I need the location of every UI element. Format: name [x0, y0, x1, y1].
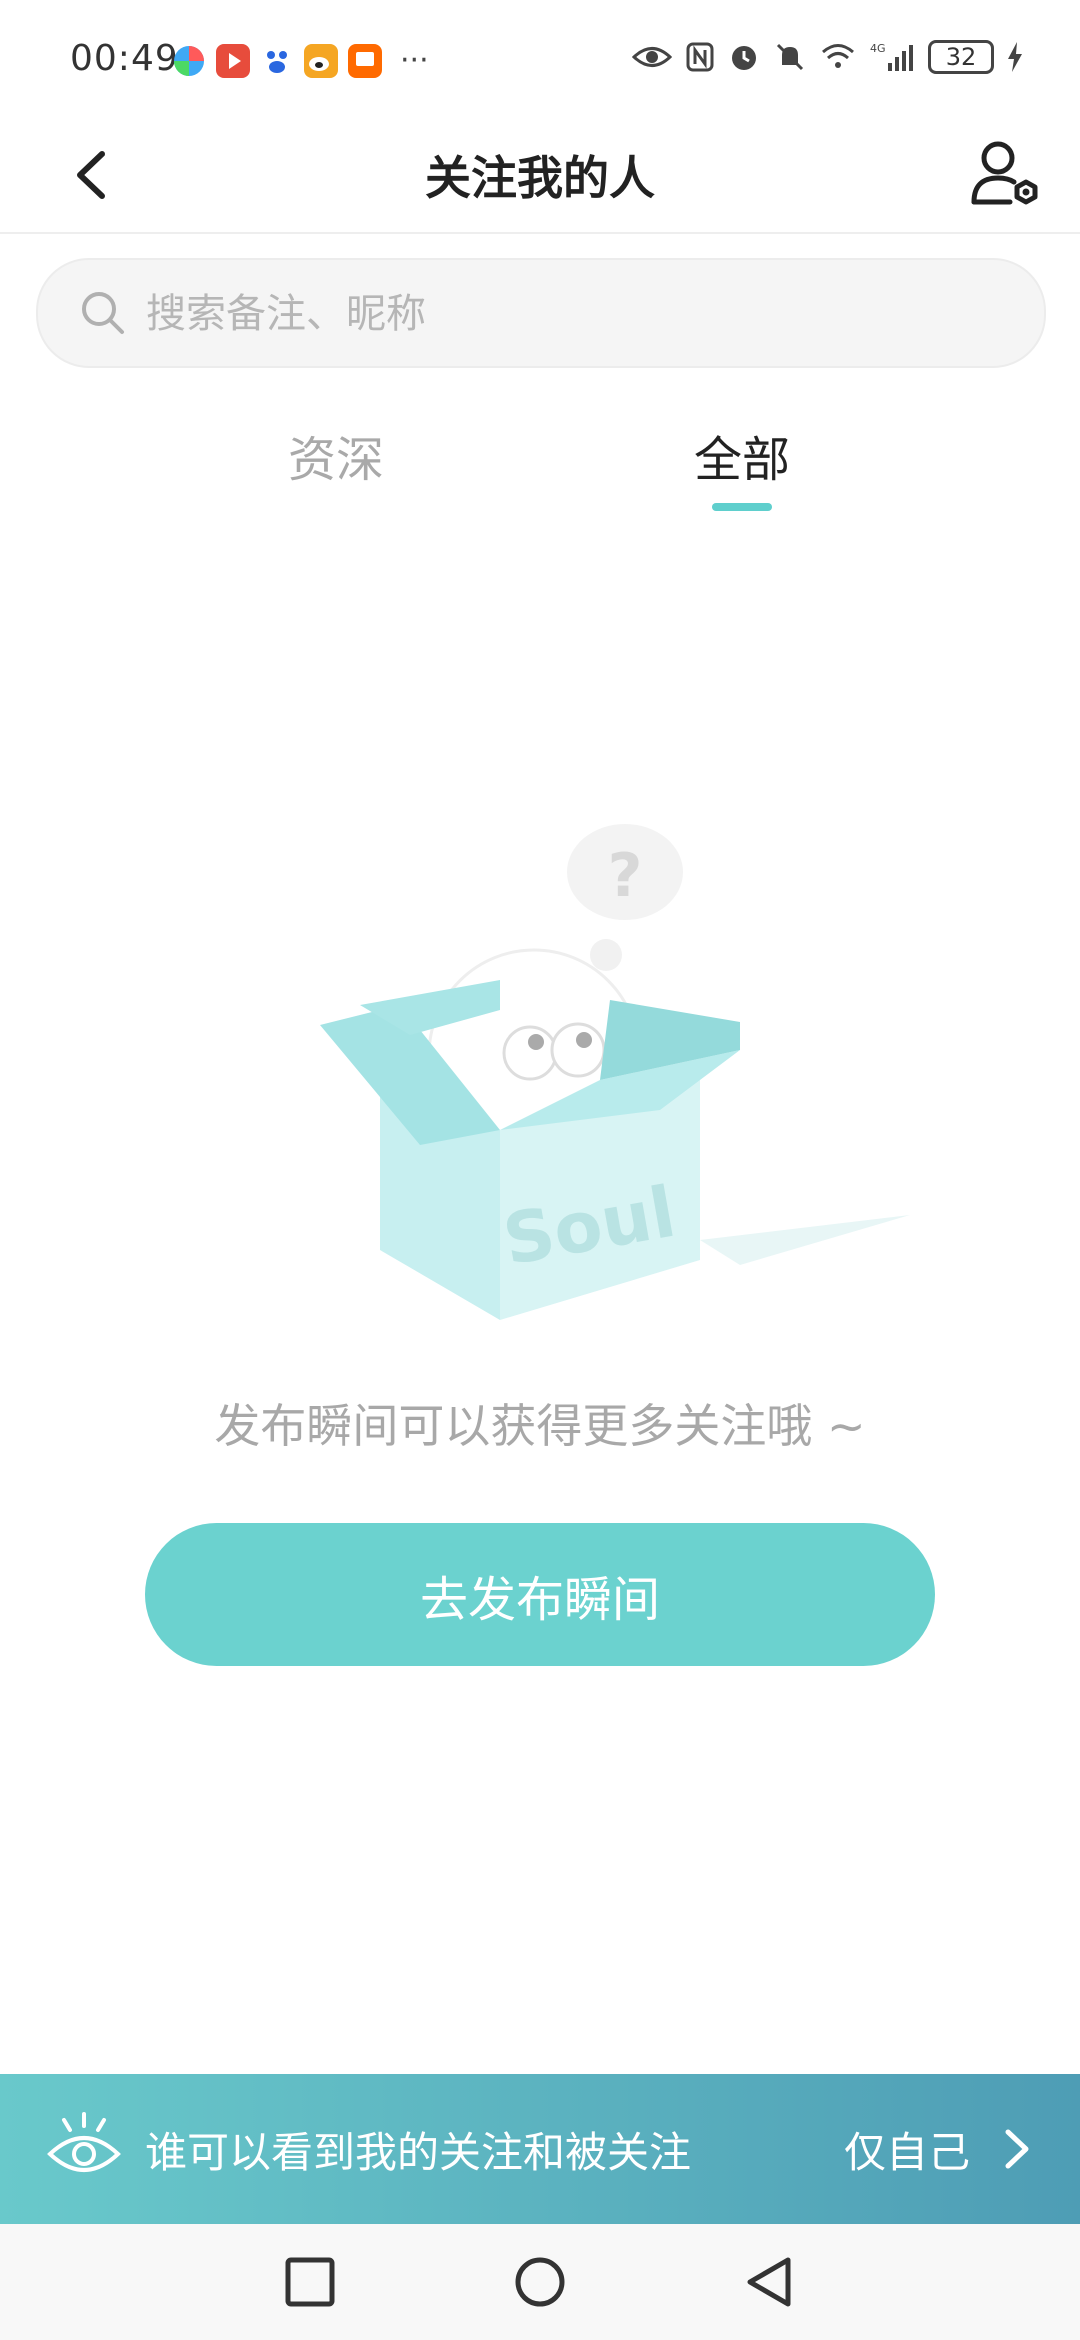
wifi-icon	[822, 44, 854, 68]
svg-text:?: ?	[608, 841, 643, 911]
search-bar[interactable]	[36, 258, 1046, 368]
privacy-setting-banner[interactable]: 谁可以看到我的关注和被关注 仅自己	[0, 2074, 1080, 2224]
chevron-right-icon	[1005, 2129, 1029, 2169]
system-indicators: 4G 32	[632, 40, 1022, 74]
active-tab-indicator	[712, 503, 772, 511]
privacy-setting-label: 谁可以看到我的关注和被关注	[145, 2128, 692, 2177]
home-icon[interactable]	[512, 2254, 568, 2310]
publish-moment-label: 去发布瞬间	[419, 1571, 660, 1628]
question-bubble-icon: ?	[567, 824, 683, 971]
charging-icon	[1008, 42, 1022, 72]
search-input[interactable]	[144, 278, 1008, 350]
recent-apps-icon[interactable]	[282, 2254, 338, 2310]
battery-level: 32	[945, 43, 977, 71]
signal-icon: 4G	[870, 42, 913, 71]
app-header: 关注我的人	[0, 120, 1080, 234]
tab-all[interactable]: 全部	[694, 420, 790, 490]
battery-indicator: 32	[928, 40, 994, 74]
status-time: 00:49	[70, 38, 179, 79]
weibo-icon	[304, 44, 338, 78]
video-app-icon	[216, 44, 250, 78]
eye-icon	[47, 2112, 121, 2172]
more-notifications-icon: ···	[400, 43, 429, 78]
baidu-icon	[260, 44, 294, 78]
back-icon[interactable]	[742, 2254, 798, 2310]
nfc-icon	[686, 42, 714, 72]
publish-moment-button[interactable]: 去发布瞬间	[145, 1523, 935, 1666]
status-bar: 00:49 ··· 4G 32	[0, 0, 1080, 120]
tab-senior[interactable]: 资深	[288, 420, 384, 490]
privacy-setting-value: 仅自己	[843, 2128, 970, 2177]
taobao-icon	[348, 44, 382, 78]
empty-box-illustration: ? Soul	[320, 824, 910, 1320]
page-title: 关注我的人	[425, 151, 655, 205]
empty-state-message: 发布瞬间可以获得更多关注哦 ~	[214, 1399, 866, 1453]
colorful-app-icon	[174, 46, 204, 76]
alarm-icon	[732, 46, 756, 70]
search-icon	[82, 292, 124, 334]
svg-text:4G: 4G	[870, 42, 886, 55]
system-navigation-bar	[0, 2224, 1080, 2340]
eye-icon	[632, 47, 672, 67]
user-settings-icon[interactable]	[964, 134, 1044, 214]
notification-icons: ···	[172, 44, 429, 78]
mute-icon	[776, 43, 804, 71]
